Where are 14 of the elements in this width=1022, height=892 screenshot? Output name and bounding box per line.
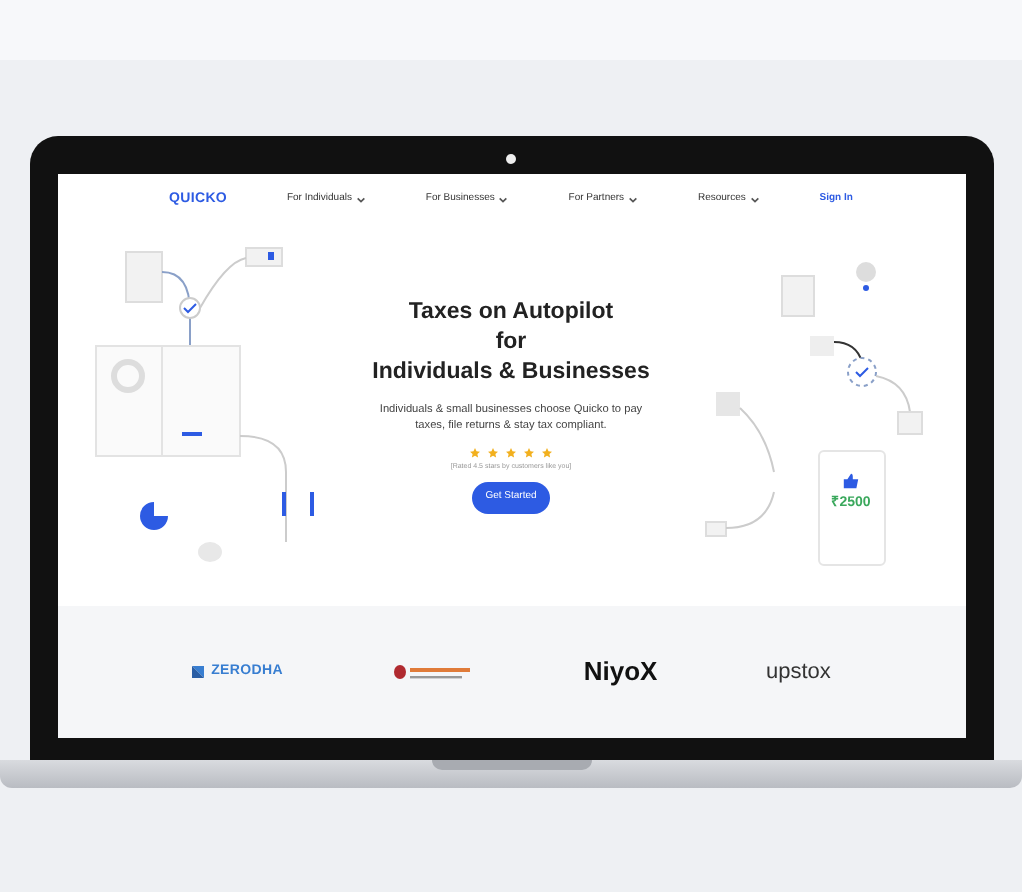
star-icon xyxy=(470,448,480,458)
star-icon xyxy=(542,448,552,458)
partner-logo-text: NiyoX xyxy=(583,654,658,691)
star-icon xyxy=(506,448,516,458)
thumbs-up-icon xyxy=(842,472,860,490)
star-icon xyxy=(524,448,534,458)
zerodha-logo-icon xyxy=(191,666,204,678)
icici-logo-drawing xyxy=(391,663,476,681)
partner-logo-text: upstox xyxy=(765,657,831,688)
hero-title: for xyxy=(495,328,527,358)
star-icon xyxy=(488,448,498,458)
camera-icon xyxy=(506,154,516,164)
hero-title: Taxes on Autopilot xyxy=(408,298,614,328)
hero-title: Individuals & Businesses xyxy=(372,358,650,388)
